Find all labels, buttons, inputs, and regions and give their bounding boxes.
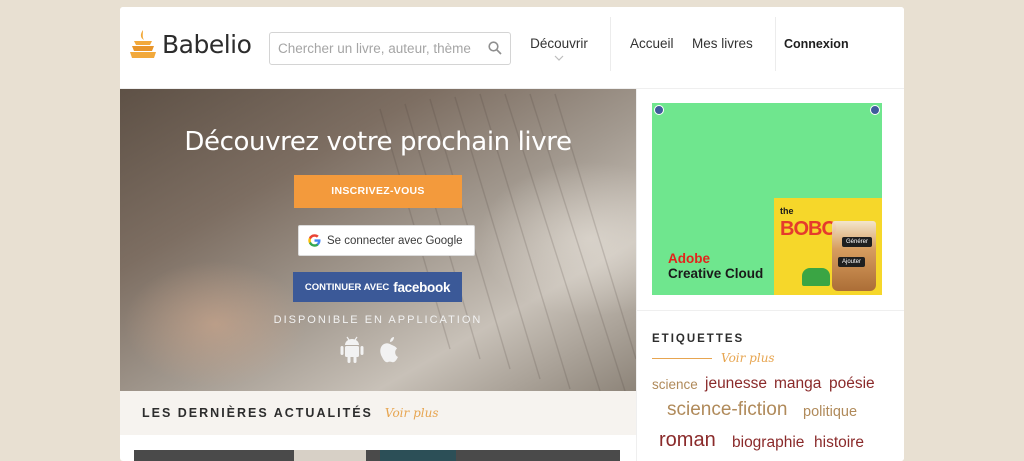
tag-roman[interactable]: roman	[659, 429, 716, 452]
search-box	[269, 32, 511, 65]
tag-science[interactable]: science	[652, 377, 698, 392]
advertisement[interactable]: the BOBO Générer Ajouter Adobe Creative …	[652, 103, 882, 295]
nav-my-books[interactable]: Mes livres	[692, 36, 753, 51]
android-icon[interactable]	[339, 336, 365, 364]
ad-brand: Adobe Creative Cloud	[668, 251, 763, 281]
facebook-login-button[interactable]: CONTINUER AVEC facebook	[293, 272, 462, 302]
ad-chip: Ajouter	[838, 257, 866, 267]
news-thumbnail	[380, 450, 456, 461]
app-store-links	[339, 336, 403, 366]
google-button-label: Se connecter avec Google	[327, 234, 463, 247]
tag-politique[interactable]: politique	[803, 404, 857, 420]
right-sidebar: the BOBO Générer Ajouter Adobe Creative …	[636, 89, 904, 461]
ad-info-icon[interactable]	[654, 105, 664, 115]
google-login-button[interactable]: Se connecter avec Google	[298, 225, 475, 256]
tag-manga[interactable]: manga	[774, 375, 821, 393]
search-icon[interactable]	[488, 41, 502, 60]
hero-banner: Découvrez votre prochain livre INSCRIVEZ…	[120, 89, 636, 391]
login-link[interactable]: Connexion	[784, 37, 849, 51]
search-input[interactable]	[270, 33, 480, 64]
chevron-down-icon	[554, 55, 564, 61]
news-see-more-link[interactable]: Voir plus	[385, 406, 439, 420]
ad-choices-icon[interactable]	[870, 105, 880, 115]
green-monster-image	[802, 268, 830, 286]
ad-brand-line2: Creative Cloud	[668, 266, 764, 281]
nav-divider	[610, 17, 611, 71]
tags-title-underline	[652, 358, 712, 359]
tag-jeunesse[interactable]: jeunesse	[705, 375, 767, 393]
tag-science-fiction[interactable]: science-fiction	[667, 399, 787, 421]
news-thumbnail-strip[interactable]	[134, 450, 620, 461]
ad-product-small: the	[780, 206, 794, 216]
news-thumbnail	[294, 450, 366, 461]
google-icon	[308, 234, 321, 247]
bubble-tea-cup-image	[832, 221, 876, 291]
tags-see-more-link[interactable]: Voir plus	[721, 351, 775, 365]
tag-biographie[interactable]: biographie	[732, 434, 804, 452]
tags-title: ETIQUETTES	[652, 333, 745, 345]
hero-title: Découvrez votre prochain livre	[184, 127, 572, 157]
nav-home[interactable]: Accueil	[630, 36, 674, 51]
latest-news-header: LES DERNIÈRES ACTUALITÉS Voir plus	[120, 391, 636, 435]
latest-news-title: LES DERNIÈRES ACTUALITÉS	[142, 406, 373, 420]
page: Babelio Découvrir Accueil Mes livres Con…	[120, 7, 904, 461]
nav-discover[interactable]: Découvrir	[530, 36, 588, 61]
tag-poesie[interactable]: poésie	[829, 375, 875, 393]
register-button[interactable]: INSCRIVEZ-VOUS	[294, 175, 462, 208]
nav-divider	[775, 17, 776, 71]
nav-discover-label: Découvrir	[530, 36, 588, 51]
facebook-button-prefix: CONTINUER AVEC	[304, 281, 390, 293]
apple-icon[interactable]	[377, 336, 403, 364]
site-header: Babelio Découvrir Accueil Mes livres Con…	[120, 7, 904, 89]
app-available-label: DISPONIBLE EN APPLICATION	[273, 314, 483, 326]
logo-text: Babelio	[162, 29, 252, 59]
babelio-logo[interactable]: Babelio	[130, 29, 252, 59]
ad-product-name: BOBO	[780, 218, 837, 240]
ad-brand-line1: Adobe	[668, 251, 710, 266]
sidebar-divider	[637, 310, 904, 311]
facebook-wordmark: facebook	[393, 279, 451, 295]
tag-histoire[interactable]: histoire	[814, 434, 864, 452]
book-stack-logo-icon	[130, 29, 156, 59]
ad-chip: Générer	[842, 237, 873, 247]
